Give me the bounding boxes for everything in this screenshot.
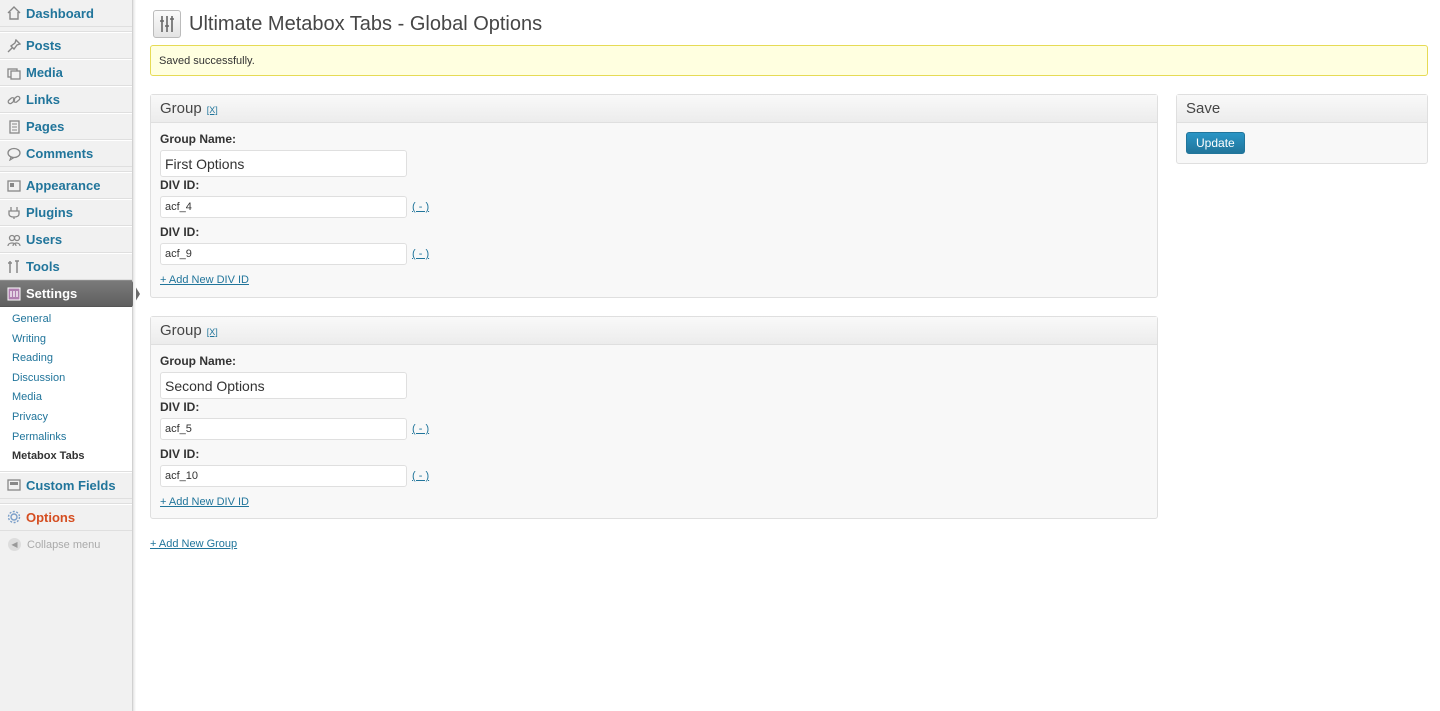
group-header: Group [X] — [151, 95, 1157, 123]
main-content: Ultimate Metabox Tabs - Global Options S… — [150, 0, 1428, 550]
group-name-label: Group Name: — [160, 354, 237, 368]
sidebar-item-posts[interactable]: Posts — [0, 32, 132, 59]
appearance-icon — [6, 178, 22, 194]
settings-submenu: General Writing Reading Discussion Media… — [0, 307, 132, 472]
remove-group-link[interactable]: [X] — [207, 105, 218, 115]
sidebar-item-custom-fields[interactable]: Custom Fields — [0, 471, 132, 499]
submenu-item-general[interactable]: General — [0, 310, 132, 330]
sidebar-item-settings[interactable]: Settings — [0, 280, 140, 307]
group-header: Group [X] — [151, 317, 1157, 345]
page-icon — [6, 119, 22, 135]
div-id-row: ( - ) — [160, 243, 1148, 265]
success-notice: Saved successfully. — [150, 45, 1428, 76]
link-icon — [6, 92, 22, 108]
div-id-label: DIV ID: — [160, 400, 200, 414]
settings-page-icon — [153, 10, 181, 38]
remove-div-id-link[interactable]: ( - ) — [412, 248, 429, 260]
save-box-header: Save — [1177, 95, 1427, 123]
save-box-body: Update — [1177, 123, 1427, 163]
collapse-arrow-icon: ◀ — [8, 538, 21, 552]
custom-fields-icon — [6, 477, 22, 493]
users-icon — [6, 232, 22, 248]
sidebar-item-links[interactable]: Links — [0, 86, 132, 113]
settings-icon — [6, 286, 22, 302]
remove-div-id-link[interactable]: ( - ) — [412, 423, 429, 435]
div-id-label: DIV ID: — [160, 447, 200, 461]
pin-icon — [6, 38, 22, 54]
sidebar-item-label: Options — [26, 509, 76, 525]
group-title: Group — [160, 322, 202, 339]
group-box: Group [X] Group Name: DIV ID: ( - ) DIV … — [150, 94, 1158, 298]
comment-icon — [6, 146, 22, 162]
sidebar-item-media[interactable]: Media — [0, 59, 132, 86]
group-name-input[interactable] — [160, 150, 407, 177]
submenu-item-media[interactable]: Media — [0, 388, 132, 408]
sidebar-item-options[interactable]: Options — [0, 503, 132, 531]
submenu-item-writing[interactable]: Writing — [0, 330, 132, 350]
submenu-item-privacy[interactable]: Privacy — [0, 408, 132, 428]
submenu-item-permalinks[interactable]: Permalinks — [0, 428, 132, 448]
page-title: Ultimate Metabox Tabs - Global Options — [189, 12, 543, 35]
sidebar-item-label: Plugins — [26, 205, 73, 220]
group-box: Group [X] Group Name: DIV ID: ( - ) DIV … — [150, 316, 1158, 519]
home-icon — [6, 5, 22, 21]
group-body: Group Name: DIV ID: ( - ) DIV ID: ( - ) … — [151, 345, 1157, 517]
sidebar-item-label: Pages — [26, 119, 65, 134]
sidebar-item-dashboard[interactable]: Dashboard — [0, 0, 132, 27]
page-header: Ultimate Metabox Tabs - Global Options — [150, 0, 1428, 48]
remove-div-id-link[interactable]: ( - ) — [412, 201, 429, 213]
div-id-input[interactable] — [160, 465, 407, 487]
div-id-input[interactable] — [160, 418, 407, 440]
submenu-item-discussion[interactable]: Discussion — [0, 369, 132, 389]
sidebar-item-label: Comments — [26, 146, 94, 161]
group-name-input[interactable] — [160, 372, 407, 399]
sidebar-item-label: Users — [26, 232, 63, 247]
add-div-id-link[interactable]: + Add New DIV ID — [160, 274, 249, 286]
admin-sidebar: Dashboard Posts Media Links Pages Commen… — [0, 0, 140, 711]
div-id-input[interactable] — [160, 243, 407, 265]
submenu-item-metabox-tabs[interactable]: Metabox Tabs — [0, 447, 132, 467]
plugin-icon — [6, 205, 22, 221]
sidebar-item-label: Dashboard — [26, 5, 94, 21]
sidebar-item-pages[interactable]: Pages — [0, 113, 132, 140]
group-name-label: Group Name: — [160, 132, 237, 146]
tools-icon — [6, 259, 22, 275]
sidebar-item-label: Media — [26, 65, 63, 80]
sidebar-item-label: Links — [26, 92, 60, 107]
sidebar-item-label: Custom Fields — [26, 477, 116, 493]
add-new-group-link[interactable]: + Add New Group — [150, 538, 237, 550]
div-id-label: DIV ID: — [160, 178, 200, 192]
add-div-id-link[interactable]: + Add New DIV ID — [160, 496, 249, 508]
div-id-input[interactable] — [160, 196, 407, 218]
sidebar-item-comments[interactable]: Comments — [0, 140, 132, 167]
save-box-title: Save — [1186, 100, 1221, 117]
remove-div-id-link[interactable]: ( - ) — [412, 470, 429, 482]
collapse-menu-label: Collapse menu — [27, 538, 101, 551]
group-title: Group — [160, 100, 202, 117]
sidebar-item-tools[interactable]: Tools — [0, 253, 132, 280]
div-id-label: DIV ID: — [160, 225, 200, 239]
sidebar-item-label: Appearance — [26, 178, 101, 193]
div-id-row: ( - ) — [160, 196, 1148, 218]
collapse-menu-button[interactable]: ◀ Collapse menu — [0, 531, 132, 559]
sidebar-item-users[interactable]: Users — [0, 226, 132, 253]
sidebar-item-label: Posts — [26, 38, 62, 53]
save-box: Save Update — [1176, 94, 1428, 164]
media-icon — [6, 65, 22, 81]
sidebar-item-label: Tools — [26, 259, 60, 274]
submenu-item-reading[interactable]: Reading — [0, 349, 132, 369]
div-id-row: ( - ) — [160, 465, 1148, 487]
options-icon — [6, 509, 22, 525]
sidebar-item-plugins[interactable]: Plugins — [0, 199, 132, 226]
sidebar-item-label: Settings — [26, 286, 78, 301]
remove-group-link[interactable]: [X] — [207, 327, 218, 337]
group-body: Group Name: DIV ID: ( - ) DIV ID: ( - ) … — [151, 123, 1157, 295]
update-button[interactable]: Update — [1186, 132, 1245, 154]
sidebar-item-appearance[interactable]: Appearance — [0, 172, 132, 199]
div-id-row: ( - ) — [160, 418, 1148, 440]
